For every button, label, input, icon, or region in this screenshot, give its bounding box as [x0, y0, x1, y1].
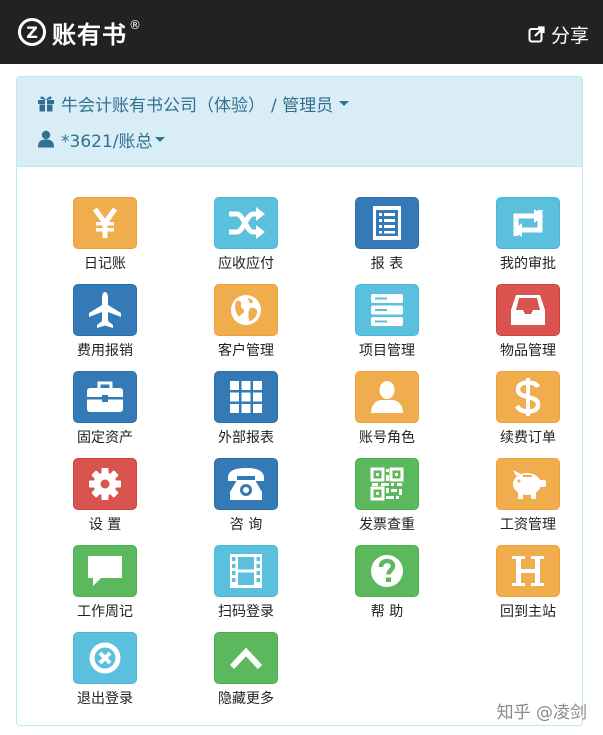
top-navbar: Z 账有书 ® 分享 — [0, 0, 603, 64]
grid-icon — [214, 371, 278, 423]
menu-item-label: 我的审批 — [500, 256, 556, 272]
inbox-icon — [496, 284, 560, 336]
menu-item-journal[interactable]: 日记账 — [60, 197, 150, 277]
brand-name: 账有书 — [52, 20, 127, 49]
qrcode-icon — [355, 458, 419, 510]
menu-item-consulting[interactable]: 咨 询 — [201, 458, 291, 538]
caret-down-icon — [339, 100, 350, 106]
menu-item-label: 物品管理 — [500, 343, 556, 359]
briefcase-icon — [73, 371, 137, 423]
film-icon — [214, 545, 278, 597]
logo-z-icon: Z — [18, 18, 46, 46]
menu-item-account-roles[interactable]: 账号角色 — [342, 371, 432, 451]
caret-down-icon — [154, 136, 165, 142]
remove-circle-icon — [73, 632, 137, 684]
menu-item-external-reports[interactable]: 外部报表 — [201, 371, 291, 451]
menu-item-label: 发票查重 — [359, 517, 415, 533]
menu-item-label: 外部报表 — [218, 430, 274, 446]
menu-item-hide-more[interactable]: 隐藏更多 — [201, 632, 291, 712]
menu-item-inventory[interactable]: 物品管理 — [483, 284, 573, 364]
report-list-icon — [355, 197, 419, 249]
menu-item-weekly-journal[interactable]: 工作周记 — [60, 545, 150, 625]
watermark: 知乎 @凌剑 — [496, 703, 587, 723]
piggy-bank-icon — [496, 458, 560, 510]
menu-item-label: 账号角色 — [359, 430, 415, 446]
menu-item-receivables-payables[interactable]: 应收应付 — [201, 197, 291, 277]
brand-logo[interactable]: Z 账有书 ® — [18, 16, 141, 49]
header-h-icon — [496, 545, 560, 597]
menu-item-projects[interactable]: 项目管理 — [342, 284, 432, 364]
user-icon — [355, 371, 419, 423]
plane-icon — [73, 284, 137, 336]
menu-item-expense-claims[interactable]: 费用报销 — [60, 284, 150, 364]
menu-item-label: 固定资产 — [77, 430, 133, 446]
menu-item-settings[interactable]: 设 置 — [60, 458, 150, 538]
menu-item-label: 费用报销 — [77, 343, 133, 359]
menu-item-label: 扫码登录 — [218, 604, 274, 620]
account-name: *3621/账总 — [61, 131, 153, 152]
menu-item-renewal-orders[interactable]: 续费订单 — [483, 371, 573, 451]
menu-item-label: 客户管理 — [218, 343, 274, 359]
menu-item-invoice-check[interactable]: 发票查重 — [342, 458, 432, 538]
account-dropdown[interactable]: *3621/账总 — [37, 127, 165, 152]
menu-item-main-site[interactable]: 回到主站 — [483, 545, 573, 625]
registered-mark: ® — [129, 18, 141, 32]
panel-header: 牛会计账有书公司（体验） / 管理员 *3621/账总 — [17, 77, 582, 167]
dollar-icon — [496, 371, 560, 423]
menu-item-help[interactable]: 帮 助 — [342, 545, 432, 625]
retweet-icon — [496, 197, 560, 249]
menu-item-label: 咨 询 — [229, 517, 263, 533]
shuffle-icon — [214, 197, 278, 249]
menu-item-label: 设 置 — [88, 517, 122, 533]
menu-item-scan-login[interactable]: 扫码登录 — [201, 545, 291, 625]
menu-item-label: 项目管理 — [359, 343, 415, 359]
menu-item-label: 工资管理 — [500, 517, 556, 533]
gift-icon — [38, 96, 54, 112]
menu-item-my-approvals[interactable]: 我的审批 — [483, 197, 573, 277]
share-label: 分享 — [550, 24, 589, 47]
gear-icon — [73, 458, 137, 510]
menu-item-label: 回到主站 — [500, 604, 556, 620]
menu-item-label: 退出登录 — [77, 691, 133, 707]
share-button[interactable]: 分享 — [528, 22, 589, 47]
menu-item-customers[interactable]: 客户管理 — [201, 284, 291, 364]
chevron-up-icon — [214, 632, 278, 684]
yen-icon — [73, 197, 137, 249]
company-dropdown[interactable]: 牛会计账有书公司（体验） / 管理员 — [37, 91, 350, 116]
user-role: / 管理员 — [271, 95, 334, 116]
menu-panel: 牛会计账有书公司（体验） / 管理员 *3621/账总 日记账 应收应付 报 表… — [16, 76, 583, 726]
menu-item-label: 续费订单 — [500, 430, 556, 446]
company-name: 牛会计账有书公司（体验） — [61, 95, 265, 116]
user-icon — [38, 130, 54, 148]
menu-item-label: 报 表 — [370, 256, 404, 272]
menu-item-fixed-assets[interactable]: 固定资产 — [60, 371, 150, 451]
menu-item-label: 应收应付 — [218, 256, 274, 272]
menu-item-logout[interactable]: 退出登录 — [60, 632, 150, 712]
menu-item-label: 工作周记 — [77, 604, 133, 620]
menu-item-reports[interactable]: 报 表 — [342, 197, 432, 277]
server-icon — [355, 284, 419, 336]
menu-item-payroll[interactable]: 工资管理 — [483, 458, 573, 538]
phone-icon — [214, 458, 278, 510]
globe-icon — [214, 284, 278, 336]
comment-icon — [73, 545, 137, 597]
question-icon — [355, 545, 419, 597]
share-icon — [528, 26, 545, 43]
menu-item-label: 隐藏更多 — [218, 691, 274, 707]
menu-item-label: 日记账 — [84, 256, 126, 272]
menu-item-label: 帮 助 — [370, 604, 404, 620]
